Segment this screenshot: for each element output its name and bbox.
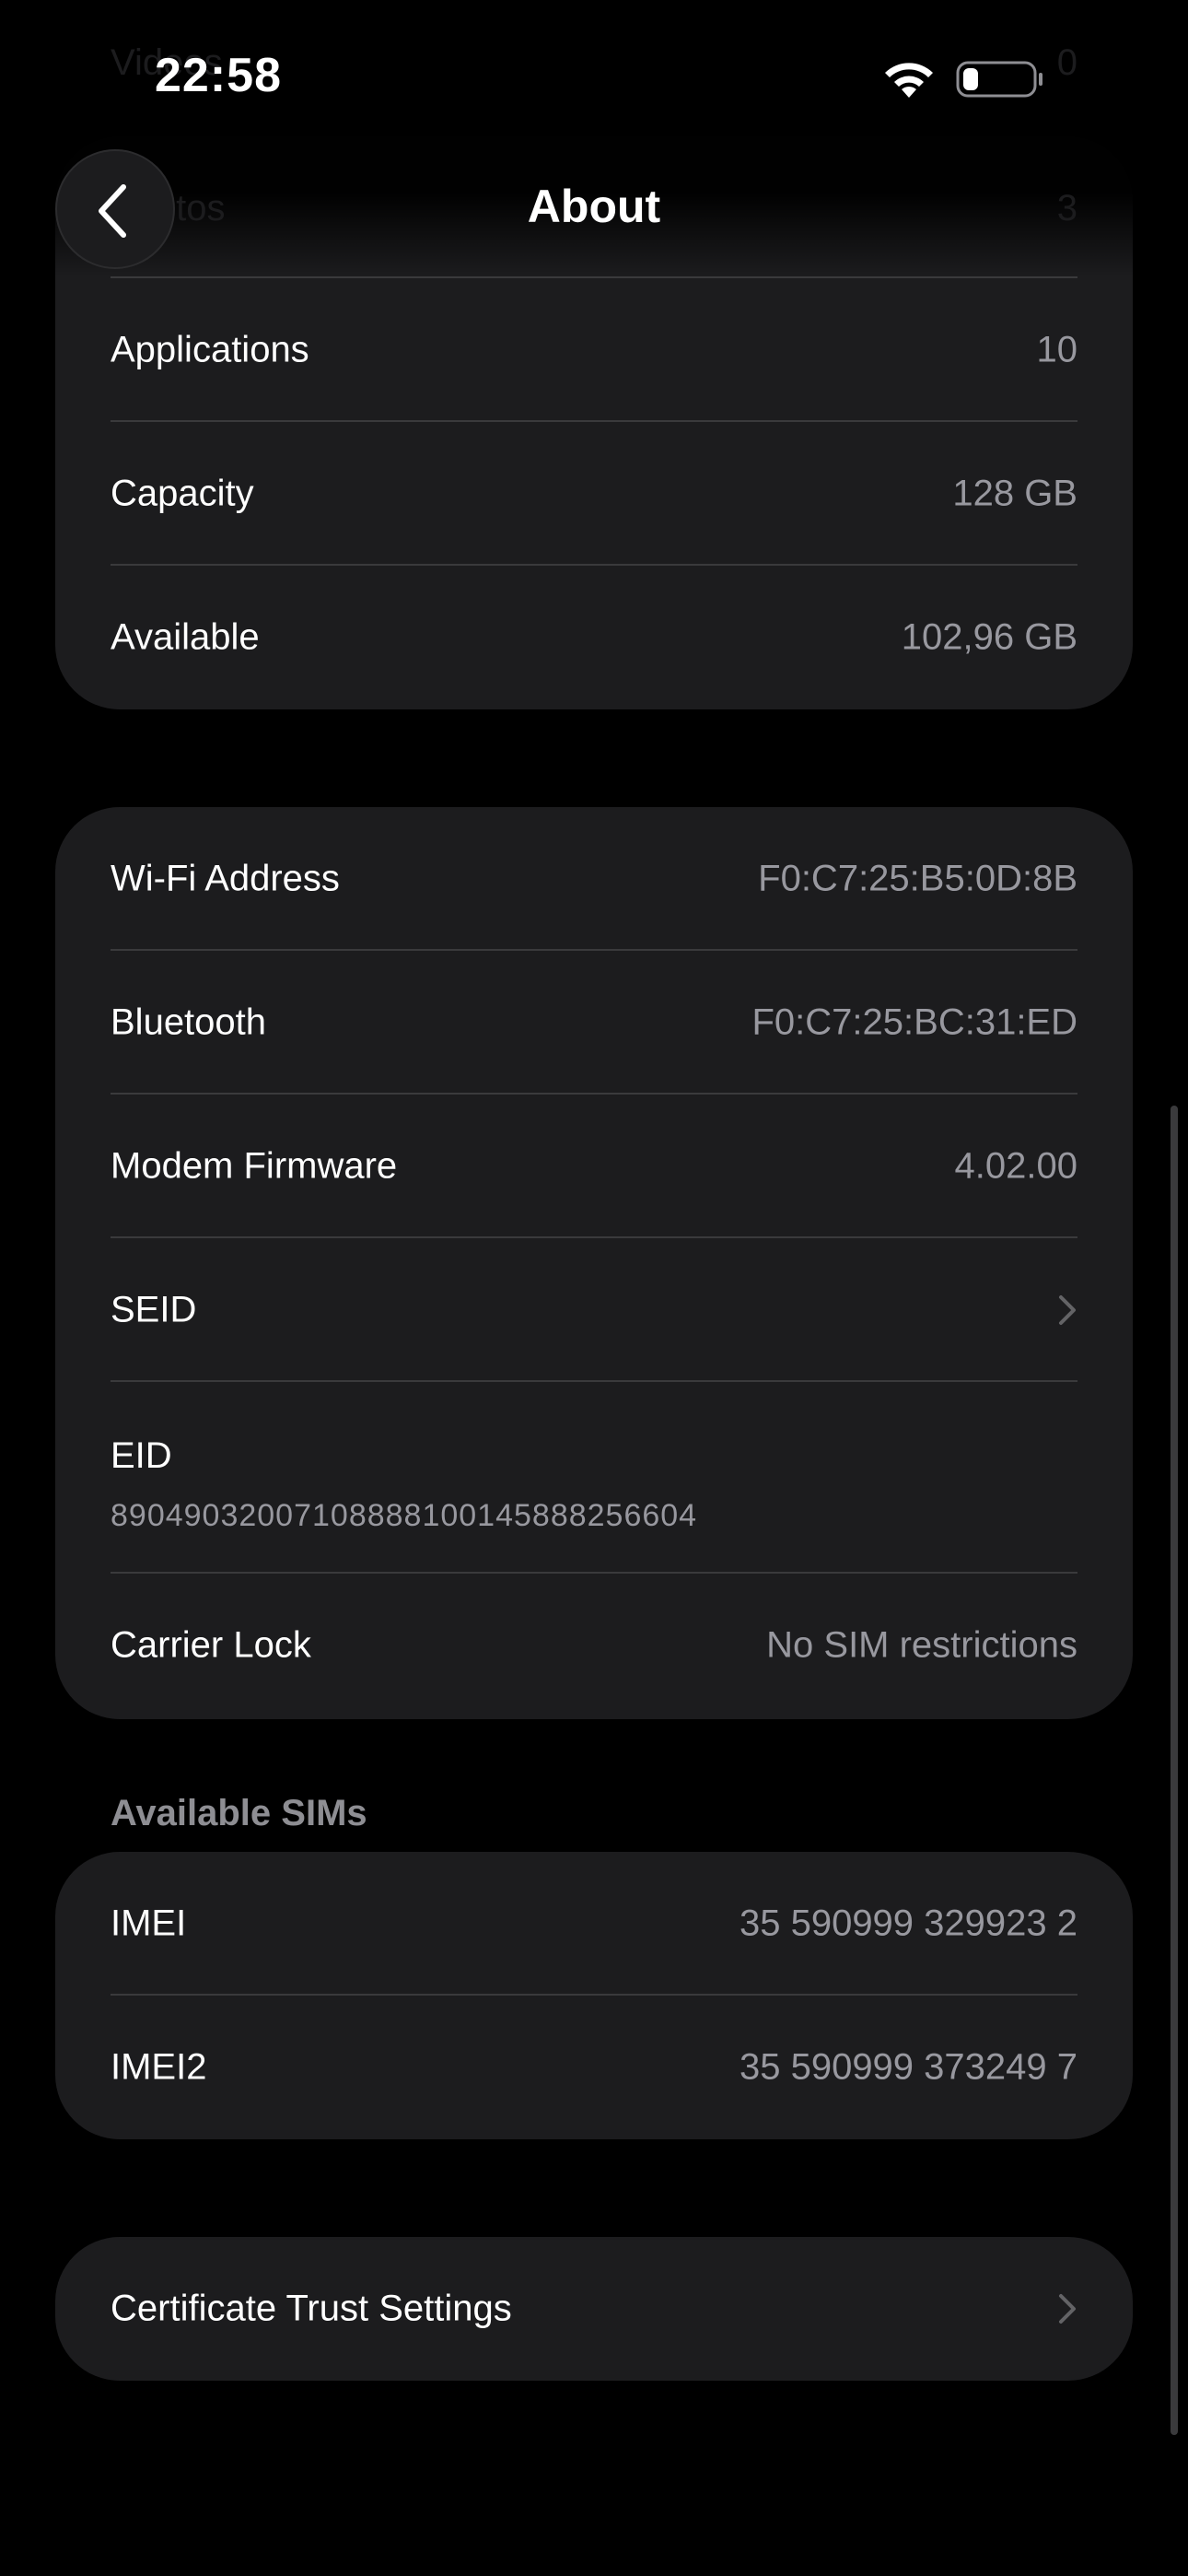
imei-row: IMEI 35 590999 329923 2	[55, 1852, 1133, 1996]
certificate-trust-settings-label: Certificate Trust Settings	[111, 2288, 512, 2329]
modem-firmware-row: Modem Firmware 4.02.00	[55, 1095, 1133, 1238]
carrier-lock-value: No SIM restrictions	[766, 1624, 1077, 1666]
seid-label: SEID	[111, 1289, 197, 1330]
chevron-right-icon	[1059, 2294, 1076, 2324]
available-sims-header: Available SIMs	[111, 1793, 367, 1833]
scroll-indicator[interactable]	[1171, 1106, 1178, 2435]
capacity-label: Capacity	[111, 473, 254, 514]
certificate-trust-settings-row[interactable]: Certificate Trust Settings	[55, 2237, 1133, 2381]
network-group: Wi-Fi Address F0:C7:25:B5:0D:8B Bluetoot…	[55, 807, 1133, 1719]
modem-firmware-label: Modem Firmware	[111, 1145, 398, 1187]
applications-value: 10	[1036, 329, 1078, 370]
available-label: Available	[111, 616, 260, 658]
wifi-address-value: F0:C7:25:B5:0D:8B	[758, 858, 1077, 899]
imei2-row: IMEI2 35 590999 373249 7	[55, 1996, 1133, 2139]
wifi-address-label: Wi-Fi Address	[111, 858, 340, 899]
applications-label: Applications	[111, 329, 309, 370]
carrier-lock-label: Carrier Lock	[111, 1624, 311, 1666]
eid-row: EID 89049032007108888100145888256604	[55, 1382, 1133, 1574]
chevron-right-icon	[1059, 1295, 1076, 1325]
imei2-value: 35 590999 373249 7	[739, 2046, 1077, 2088]
page-title: About	[527, 181, 661, 232]
imei-label: IMEI	[111, 1903, 187, 1944]
bluetooth-value: F0:C7:25:BC:31:ED	[751, 1001, 1078, 1043]
available-row: Available 102,96 GB	[55, 566, 1133, 709]
imei2-label: IMEI2	[111, 2046, 207, 2088]
applications-row: Applications 10	[55, 278, 1133, 422]
modem-firmware-value: 4.02.00	[954, 1145, 1077, 1187]
wifi-address-row: Wi-Fi Address F0:C7:25:B5:0D:8B	[55, 807, 1133, 951]
status-time: 22:58	[155, 49, 282, 102]
battery-icon	[956, 61, 1042, 98]
capacity-row: Capacity 128 GB	[55, 422, 1133, 566]
sims-group: IMEI 35 590999 329923 2 IMEI2 35 590999 …	[55, 1852, 1133, 2139]
eid-label: EID	[111, 1435, 172, 1476]
imei-value: 35 590999 329923 2	[739, 1903, 1077, 1944]
available-value: 102,96 GB	[901, 616, 1077, 658]
carrier-lock-row: Carrier Lock No SIM restrictions	[55, 1574, 1133, 1717]
bluetooth-row: Bluetooth F0:C7:25:BC:31:ED	[55, 951, 1133, 1095]
status-bar: 22:58	[0, 0, 1188, 147]
bluetooth-label: Bluetooth	[111, 1001, 267, 1043]
capacity-value: 128 GB	[952, 473, 1077, 514]
certificate-group: Certificate Trust Settings	[55, 2237, 1133, 2381]
seid-row[interactable]: SEID	[55, 1238, 1133, 1382]
eid-value: 89049032007108888100145888256604	[111, 1498, 698, 1533]
wifi-icon	[885, 63, 933, 98]
